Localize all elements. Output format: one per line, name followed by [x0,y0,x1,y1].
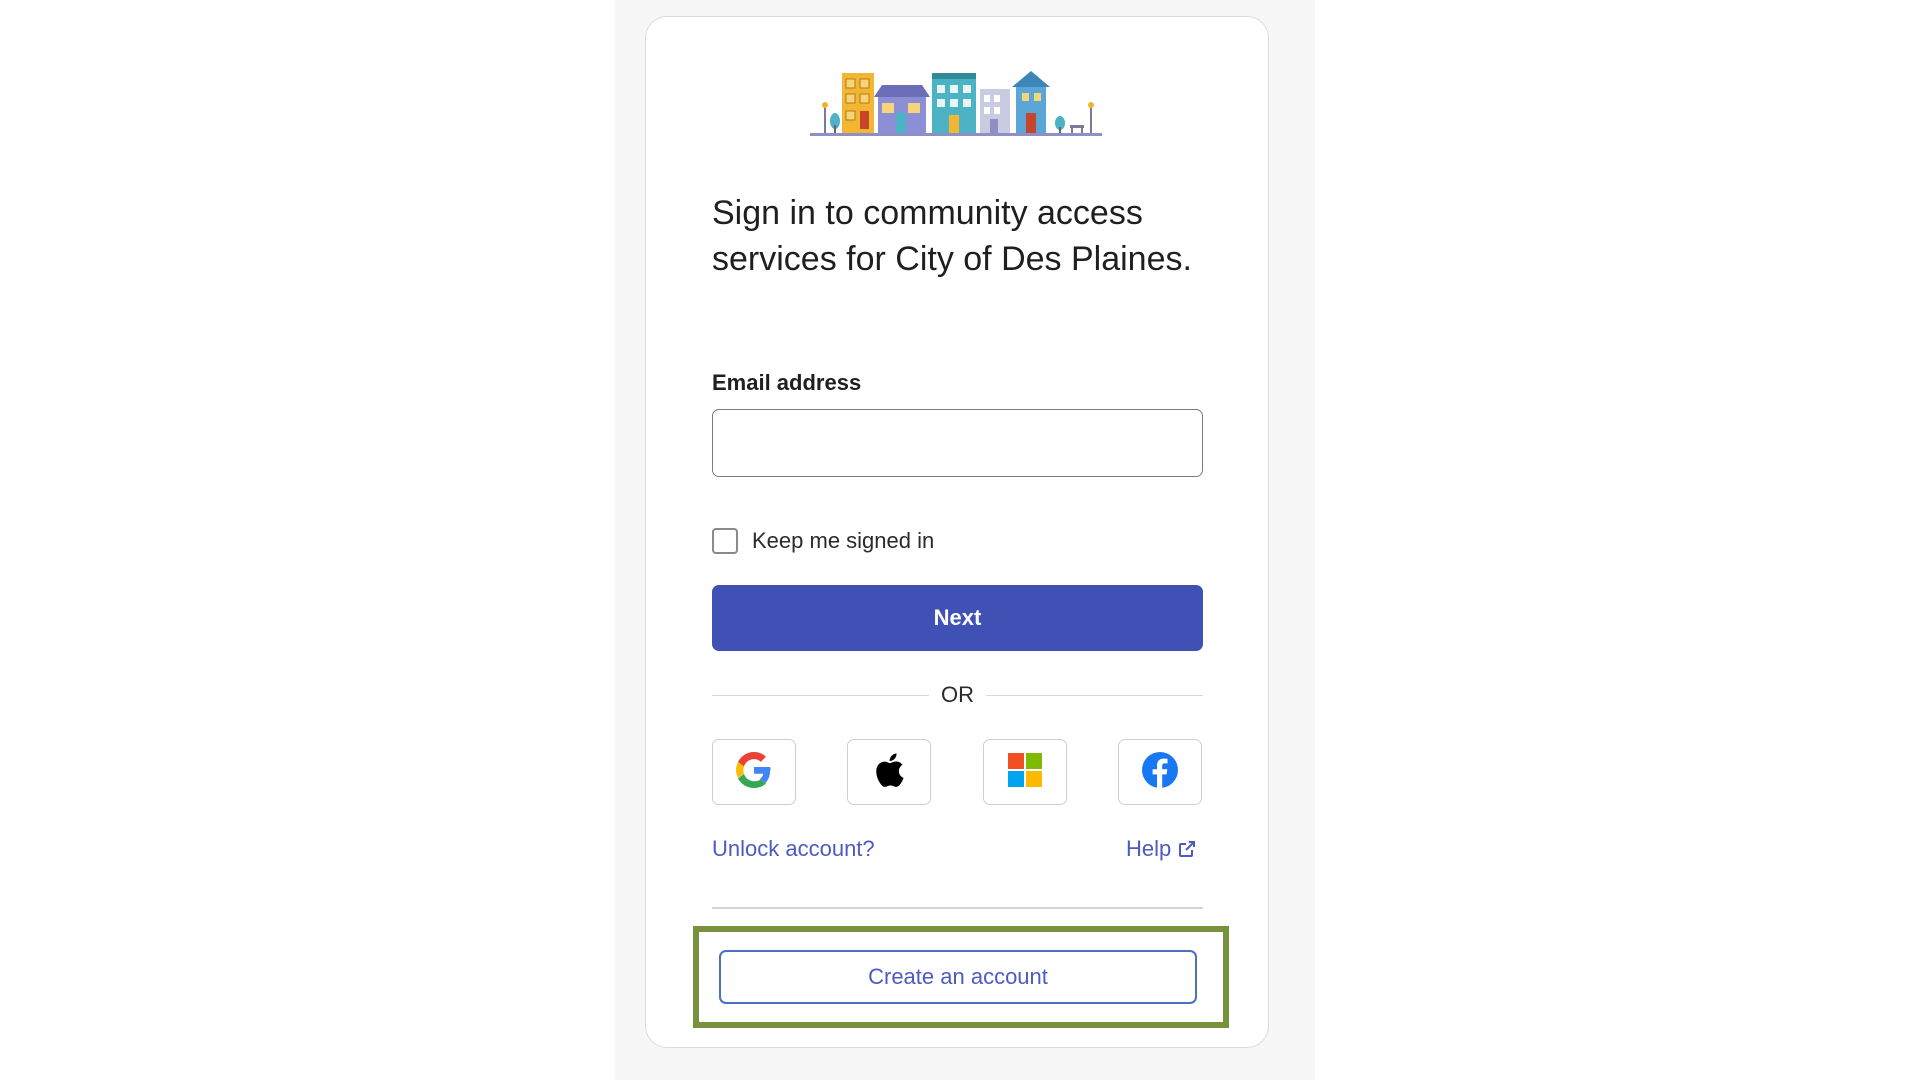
facebook-icon [1142,751,1178,793]
keep-signed-in-checkbox[interactable] [712,528,738,554]
city-logo [810,67,1102,141]
or-line-left [712,694,929,696]
create-account-button[interactable]: Create an account [719,950,1197,1004]
or-divider: OR [712,681,1203,709]
unlock-account-link[interactable]: Unlock account? [712,836,875,862]
or-line-right [986,694,1203,696]
keep-signed-in-row[interactable]: Keep me signed in [712,526,934,556]
section-divider [712,907,1203,909]
apple-signin-button[interactable] [847,739,931,805]
google-icon [736,751,772,793]
help-link[interactable]: Help [1126,836,1197,862]
email-field[interactable] [712,409,1203,477]
keep-signed-in-label[interactable]: Keep me signed in [752,528,934,554]
apple-icon [872,752,906,793]
external-link-icon [1177,839,1197,859]
or-text: OR [941,682,974,707]
microsoft-signin-button[interactable] [983,739,1067,805]
facebook-signin-button[interactable] [1118,739,1202,805]
email-label: Email address [712,370,862,395]
next-button[interactable]: Next [712,585,1203,651]
google-signin-button[interactable] [712,739,796,805]
help-link-label: Help [1126,836,1172,861]
microsoft-icon [1008,752,1042,792]
page-title: Sign in to community access services for… [712,194,1192,278]
